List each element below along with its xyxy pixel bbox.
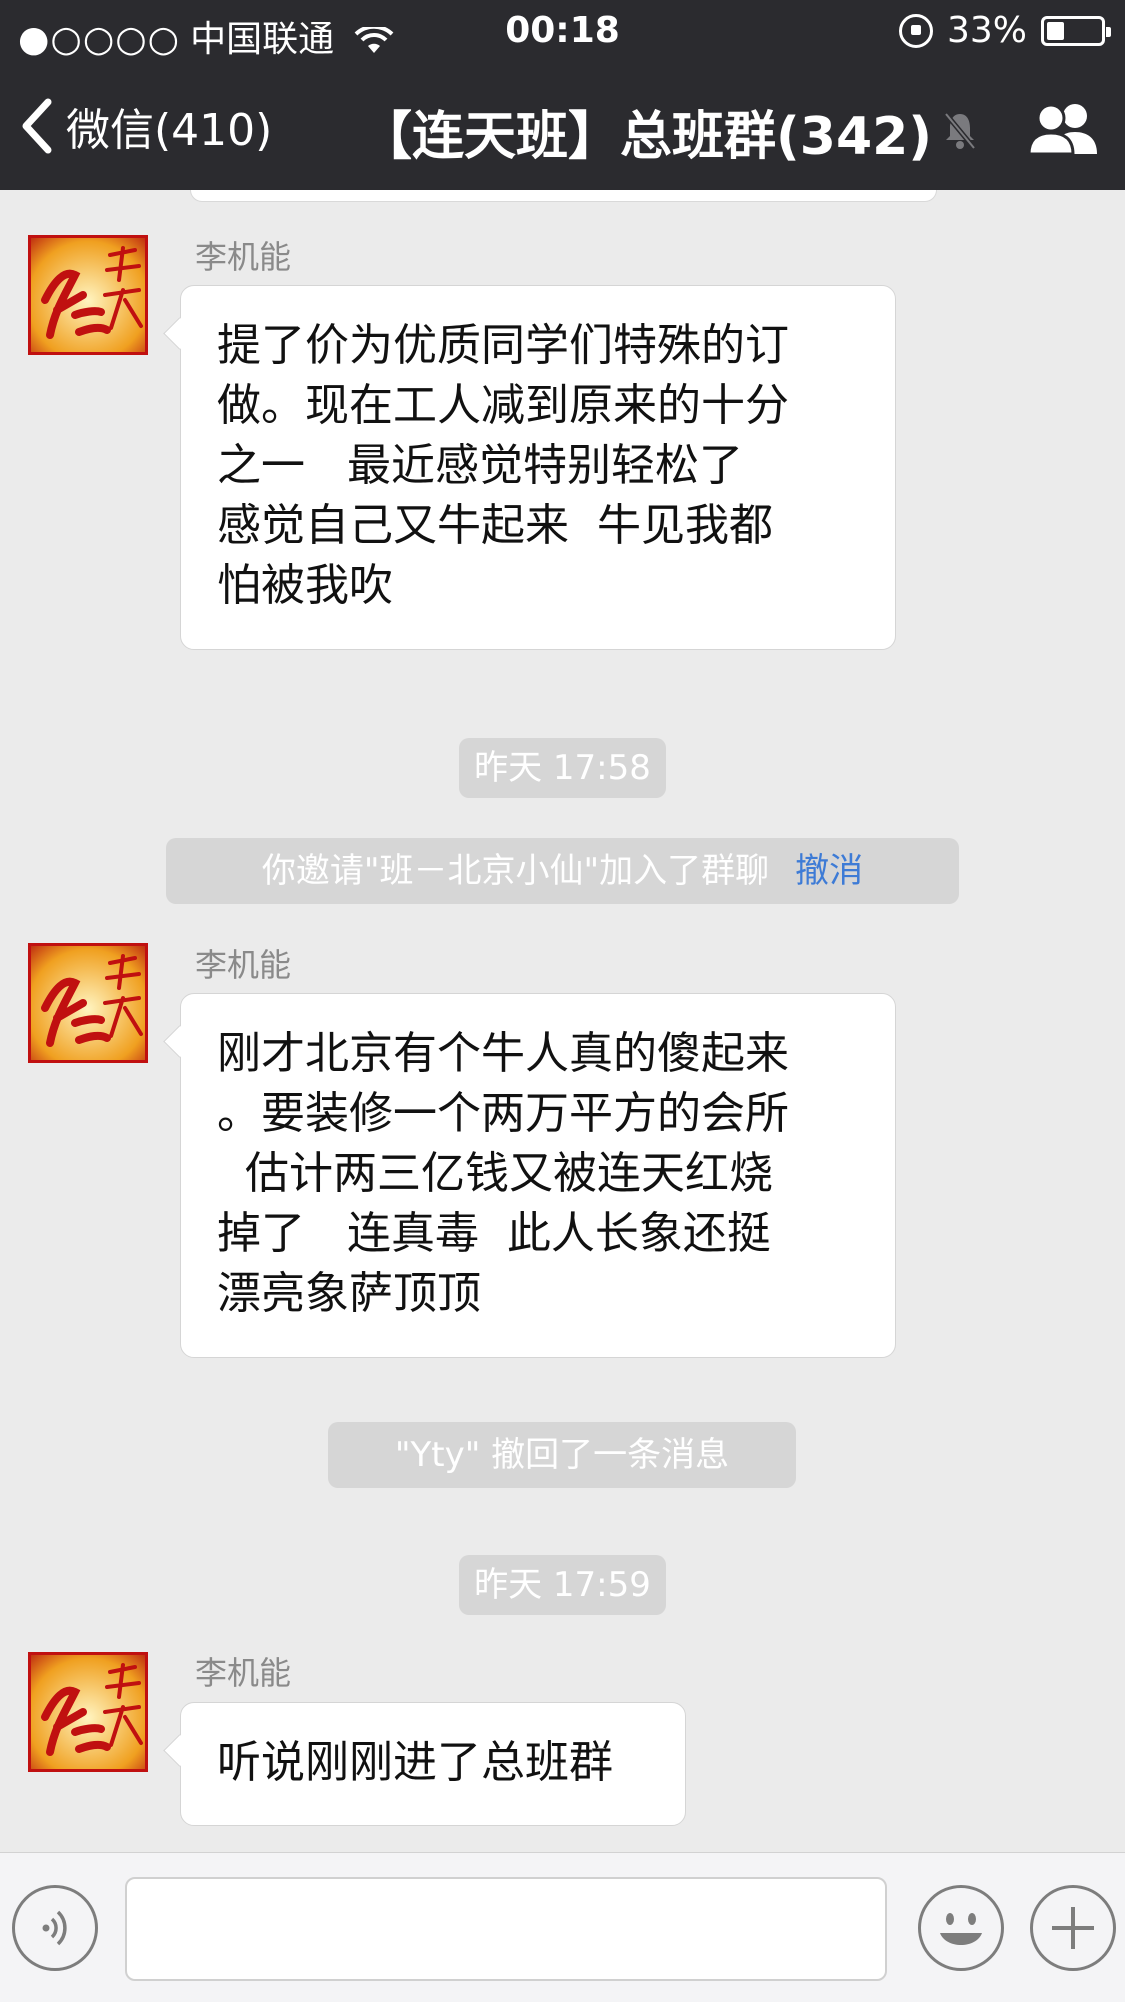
sender-name: 李机能 [195,238,292,276]
chat-title: 【连天班】总班群(342) [360,107,933,167]
top-bar: ●○○○○ 中国联通 00:18 33% 微信(410) 【连天班】总班群(342… [0,0,1125,190]
emoji-button[interactable] [918,1885,1004,1971]
chat-area[interactable]: 李机能 提了价为优质同学们特殊的订 做。现在工人减到原来的十分 之一 最近感觉特… [0,190,1125,1850]
more-button[interactable] [1030,1885,1116,1971]
avatar-logo-icon [41,954,143,1047]
voice-button[interactable] [12,1885,98,1971]
previous-message-bubble [190,190,937,202]
avatar[interactable] [28,235,148,355]
message-bubble[interactable]: 刚才北京有个牛人真的傻起来 。要装修一个两万平方的会所 估计两三亿钱又被连天红烧… [180,993,896,1358]
back-button[interactable]: 微信(410) [18,96,272,156]
battery-percent: 33% [946,10,1027,51]
recall-notice: "Yty" 撤回了一条消息 [328,1422,796,1488]
input-bar [0,1852,1125,2002]
status-bar: ●○○○○ 中国联通 00:18 33% [0,0,1125,60]
undo-invite-link[interactable]: 撤消 [795,851,863,891]
sender-name: 李机能 [195,1654,292,1692]
mute-bell-icon [944,112,976,150]
battery-icon [1041,15,1111,46]
sender-name: 李机能 [195,946,292,984]
status-right: 33% [898,10,1111,51]
back-label: 微信(410) [66,105,273,156]
emoji-icon [940,1913,982,1945]
message-input[interactable] [125,1877,887,1981]
message-bubble[interactable]: 听说刚刚进了总班群 [180,1702,686,1826]
nav-bar: 微信(410) 【连天班】总班群(342) [0,58,1125,190]
invite-notice: 你邀请"班－北京小仙"加入了群聊 撤消 [166,838,959,904]
voice-icon [42,1910,67,1946]
timestamp: 昨天 17:59 [459,1555,666,1615]
battery-fill [1047,21,1064,40]
timestamp: 昨天 17:58 [459,738,666,798]
avatar-logo-icon [41,246,143,339]
chevron-left-icon [22,98,52,154]
plus-icon [1052,1907,1094,1949]
message-bubble[interactable]: 提了价为优质同学们特殊的订 做。现在工人减到原来的十分 之一 最近感觉特别轻松了… [180,285,896,650]
avatar[interactable] [28,1652,148,1772]
group-members-icon[interactable] [1027,100,1099,156]
invite-text: 你邀请"班－北京小仙"加入了群聊 [261,851,770,891]
avatar[interactable] [28,943,148,1063]
avatar-logo-icon [41,1663,143,1756]
rotation-lock-icon [898,13,933,48]
